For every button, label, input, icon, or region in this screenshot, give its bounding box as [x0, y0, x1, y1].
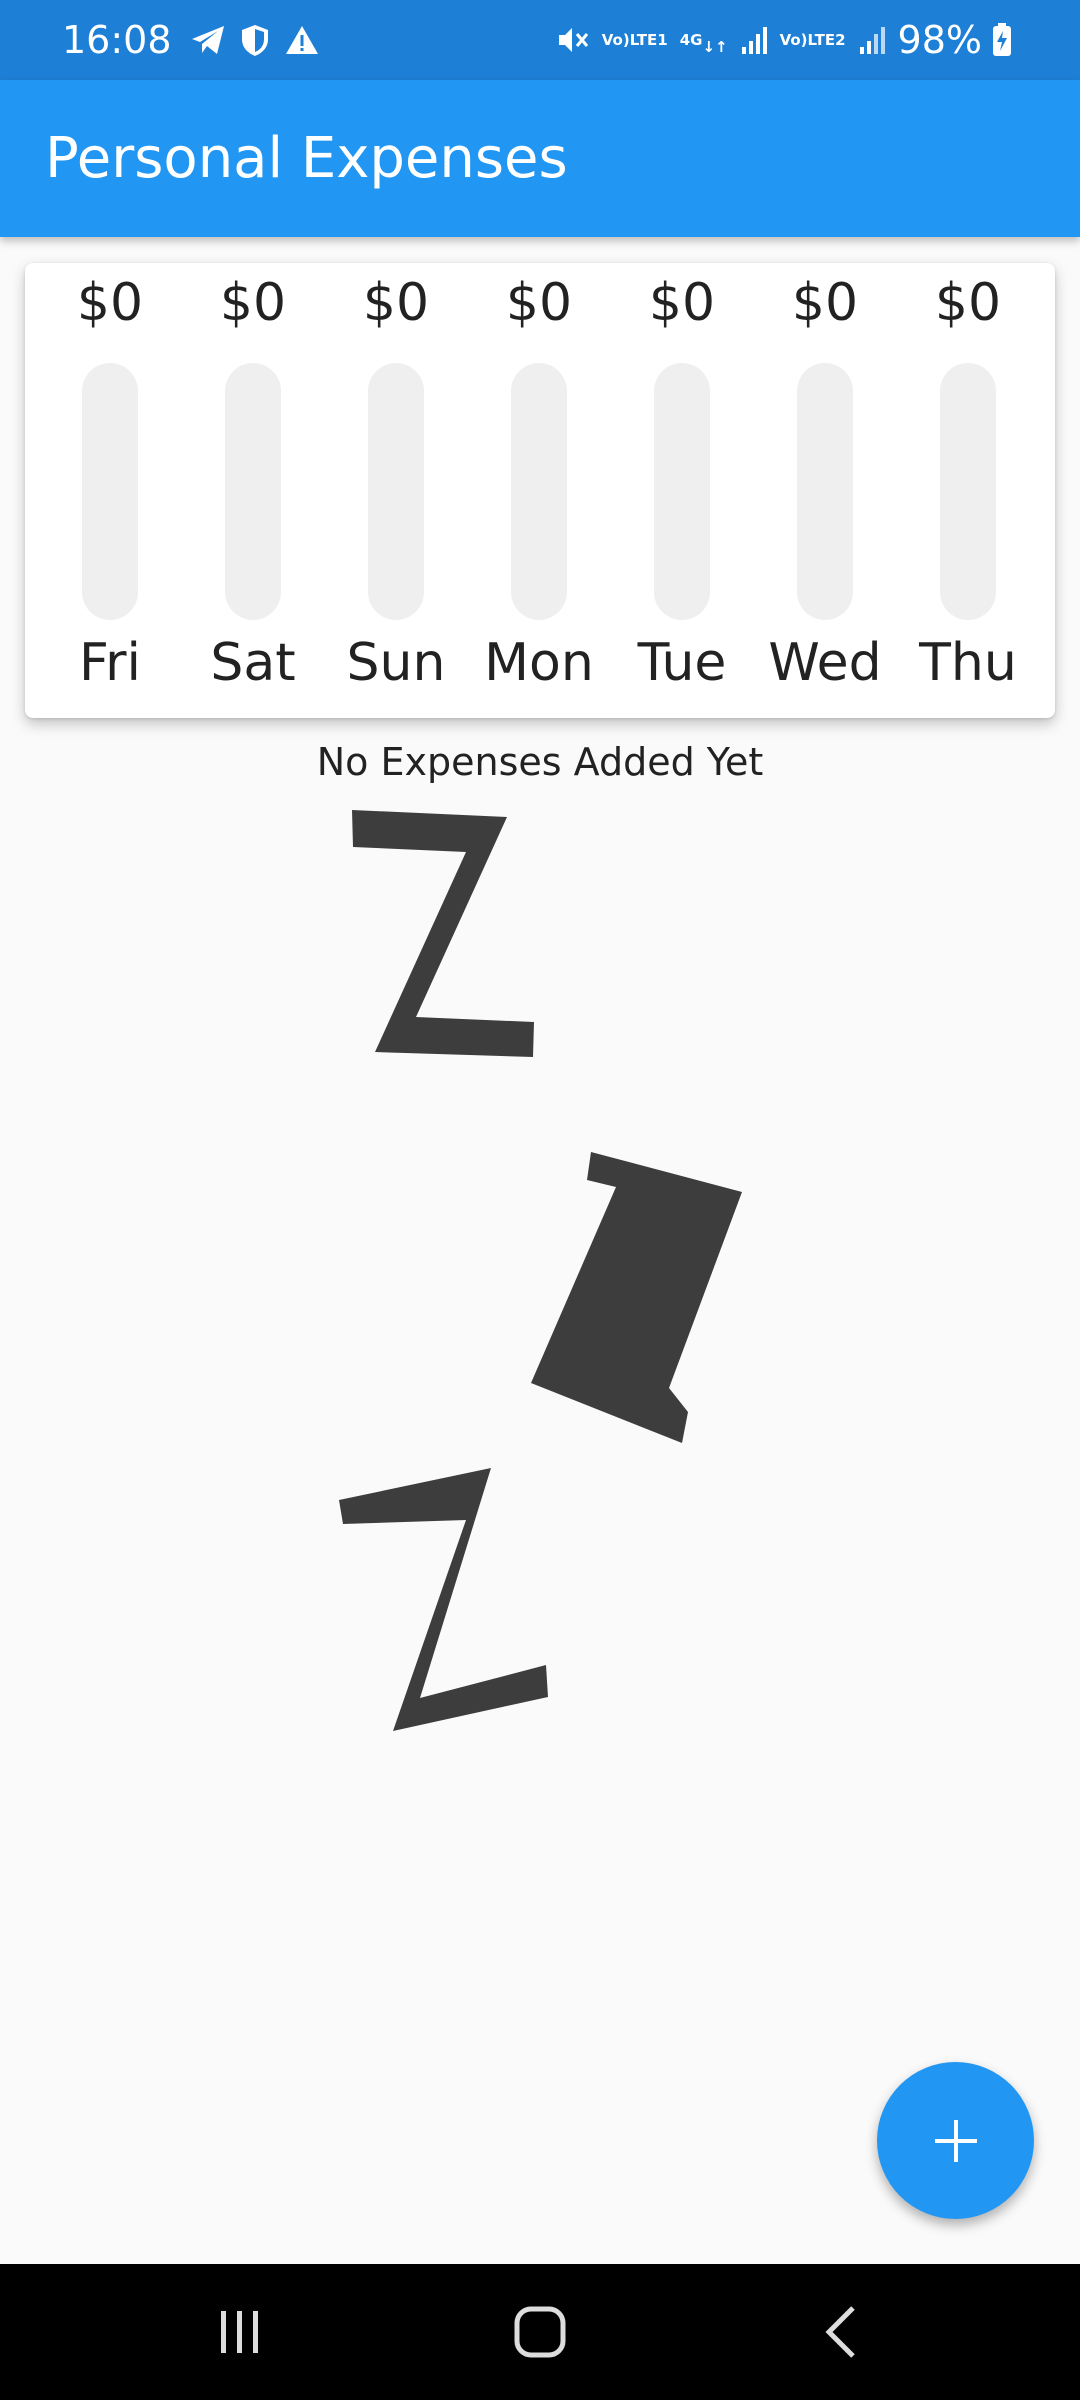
add-expense-button[interactable]	[877, 2062, 1034, 2219]
app-title: Personal Expenses	[45, 126, 568, 191]
system-nav-bar	[0, 2264, 1080, 2400]
back-chevron-icon	[825, 2306, 855, 2358]
app-bar: Personal Expenses	[0, 80, 1080, 237]
recent-apps-icon	[221, 2311, 258, 2353]
back-button[interactable]	[762, 2264, 922, 2400]
home-icon	[514, 2306, 566, 2358]
plus-icon	[934, 2119, 977, 2162]
home-button[interactable]	[460, 2264, 620, 2400]
recent-apps-button[interactable]	[160, 2264, 320, 2400]
sleeping-zzz-icon	[339, 810, 742, 1731]
